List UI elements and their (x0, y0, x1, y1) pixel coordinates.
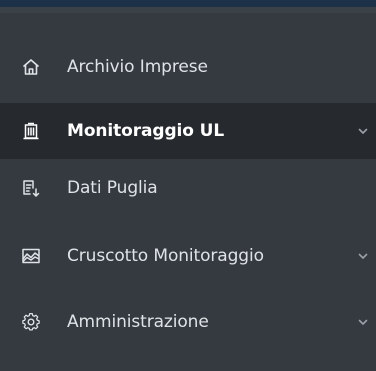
top-bar (0, 0, 376, 7)
building-icon (21, 121, 41, 141)
sidebar-item-monitoraggio-ul[interactable]: Monitoraggio UL (0, 103, 376, 159)
area-chart-icon (21, 246, 41, 266)
data-download-icon (21, 178, 41, 198)
chevron-down-icon[interactable] (357, 316, 369, 328)
sidebar-item-label: Monitoraggio UL (67, 121, 225, 141)
divider (0, 7, 376, 13)
sidebar-item-label: Amministrazione (67, 312, 209, 332)
sidebar-item-cruscotto-monitoraggio[interactable]: Cruscotto Monitoraggio (0, 230, 376, 282)
chevron-down-icon[interactable] (357, 125, 369, 137)
gear-icon (21, 312, 41, 332)
home-icon (21, 57, 41, 77)
chevron-down-icon[interactable] (357, 250, 369, 262)
sidebar-item-label: Archivio Imprese (67, 57, 208, 77)
sidebar-item-dati-puglia[interactable]: Dati Puglia (0, 162, 376, 214)
sidebar-item-amministrazione[interactable]: Amministrazione (0, 296, 376, 348)
sidebar-item-label: Cruscotto Monitoraggio (67, 246, 264, 266)
sidebar-item-archivio-imprese[interactable]: Archivio Imprese (0, 41, 376, 93)
sidebar: Archivio Imprese Monitoraggio UL Dati Pu… (0, 0, 376, 371)
sidebar-item-label: Dati Puglia (67, 178, 158, 198)
